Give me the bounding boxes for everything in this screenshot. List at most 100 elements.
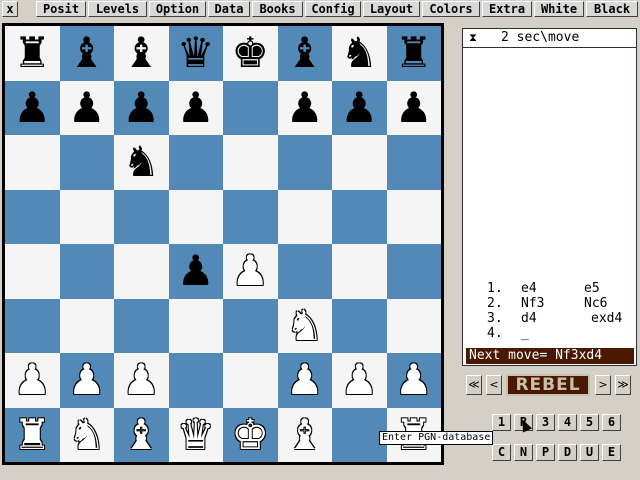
square-h7[interactable]: ♟ <box>386 80 441 135</box>
black-move[interactable]: e5 <box>584 281 600 296</box>
square-a7[interactable]: ♟ <box>5 80 60 135</box>
button-c[interactable]: C <box>492 444 511 461</box>
square-a8[interactable]: ♜ <box>5 26 60 81</box>
white-pawn-icon[interactable]: ♟ <box>395 359 433 401</box>
white-king-icon[interactable]: ♚ <box>231 413 269 456</box>
square-e6[interactable] <box>223 135 278 190</box>
square-f5[interactable] <box>277 189 332 244</box>
black-rook-icon[interactable]: ♜ <box>13 32 51 74</box>
black-pawn-icon[interactable]: ♟ <box>177 86 215 129</box>
square-b3[interactable] <box>59 298 114 353</box>
menu-white[interactable]: White <box>534 1 584 17</box>
button-6[interactable]: 6 <box>602 414 621 431</box>
square-g3[interactable] <box>332 298 387 353</box>
square-d7[interactable]: ♟ <box>168 80 223 135</box>
last-move-button[interactable]: ≫ <box>615 375 631 395</box>
square-h2[interactable]: ♟ <box>386 353 441 408</box>
menu-posit[interactable]: Posit <box>36 1 86 17</box>
button-p[interactable]: P <box>536 444 555 461</box>
white-pawn-icon[interactable]: ♟ <box>13 359 51 401</box>
square-e4[interactable]: ♟ <box>223 244 278 299</box>
square-d1[interactable]: ♛ <box>168 407 223 462</box>
menu-extra[interactable]: Extra <box>482 1 532 17</box>
square-g7[interactable]: ♟ <box>332 80 387 135</box>
square-d5[interactable] <box>168 189 223 244</box>
white-knight-icon[interactable]: ♞ <box>68 413 106 456</box>
square-g8[interactable]: ♞ <box>332 26 387 81</box>
button-5[interactable]: 5 <box>580 414 599 431</box>
square-c2[interactable]: ♟ <box>114 353 169 408</box>
menu-option[interactable]: Option <box>149 1 206 17</box>
square-g2[interactable]: ♟ <box>332 353 387 408</box>
square-h5[interactable] <box>386 189 441 244</box>
black-knight-icon[interactable]: ♞ <box>340 32 378 74</box>
square-a2[interactable]: ♟ <box>5 353 60 408</box>
square-b7[interactable]: ♟ <box>59 80 114 135</box>
square-b1[interactable]: ♞ <box>59 407 114 462</box>
menu-black[interactable]: Black <box>586 1 638 17</box>
square-h3[interactable] <box>386 298 441 353</box>
square-d2[interactable] <box>168 353 223 408</box>
square-a6[interactable] <box>5 135 60 190</box>
menu-levels[interactable]: Levels <box>88 1 147 17</box>
black-pawn-icon[interactable]: ♟ <box>122 86 160 129</box>
square-f4[interactable] <box>277 244 332 299</box>
square-d8[interactable]: ♛ <box>168 26 223 81</box>
square-g6[interactable] <box>332 135 387 190</box>
white-pawn-icon[interactable]: ♟ <box>122 359 160 401</box>
white-pawn-icon[interactable]: ♟ <box>68 359 106 401</box>
first-move-button[interactable]: ≪ <box>466 375 482 395</box>
black-move[interactable]: exd4 <box>591 311 622 326</box>
white-pawn-icon[interactable]: ♟ <box>286 359 324 401</box>
square-f2[interactable]: ♟ <box>277 353 332 408</box>
square-e3[interactable] <box>223 298 278 353</box>
square-f7[interactable]: ♟ <box>277 80 332 135</box>
square-a3[interactable] <box>5 298 60 353</box>
square-b4[interactable] <box>59 244 114 299</box>
black-king-icon[interactable]: ♚ <box>231 32 269 74</box>
square-c5[interactable] <box>114 189 169 244</box>
square-c3[interactable] <box>114 298 169 353</box>
square-b5[interactable] <box>59 189 114 244</box>
square-e7[interactable] <box>223 80 278 135</box>
menu-colors[interactable]: Colors <box>422 1 480 17</box>
white-move[interactable]: e4 <box>521 281 537 296</box>
square-h4[interactable] <box>386 244 441 299</box>
menu-layout[interactable]: Layout <box>363 1 420 17</box>
black-pawn-icon[interactable]: ♟ <box>177 250 215 292</box>
black-pawn-icon[interactable]: ♟ <box>340 86 378 129</box>
menu-books[interactable]: Books <box>252 1 303 17</box>
square-e2[interactable] <box>223 353 278 408</box>
square-g4[interactable] <box>332 244 387 299</box>
square-d6[interactable] <box>168 135 223 190</box>
square-c1[interactable]: ♝ <box>114 407 169 462</box>
black-bishop-icon[interactable]: ♝ <box>286 32 324 74</box>
square-h8[interactable]: ♜ <box>386 26 441 81</box>
black-pawn-icon[interactable]: ♟ <box>68 86 106 129</box>
button-3[interactable]: 3 <box>536 414 555 431</box>
square-f6[interactable] <box>277 135 332 190</box>
square-c4[interactable] <box>114 244 169 299</box>
square-f3[interactable]: ♞ <box>277 298 332 353</box>
black-move[interactable]: Nc6 <box>584 296 607 311</box>
button-1[interactable]: 1 <box>492 414 511 431</box>
square-f1[interactable]: ♝ <box>277 407 332 462</box>
close-button[interactable]: x <box>2 1 18 17</box>
button-d[interactable]: D <box>558 444 577 461</box>
black-bishop-icon[interactable]: ♝ <box>68 32 106 74</box>
white-move[interactable]: Nf3 <box>521 296 544 311</box>
square-a4[interactable] <box>5 244 60 299</box>
square-a1[interactable]: ♜ <box>5 407 60 462</box>
black-rook-icon[interactable]: ♜ <box>395 32 433 74</box>
black-knight-icon[interactable]: ♞ <box>122 141 160 183</box>
square-g5[interactable] <box>332 189 387 244</box>
black-queen-icon[interactable]: ♛ <box>177 32 215 74</box>
white-bishop-icon[interactable]: ♝ <box>286 413 324 456</box>
white-move[interactable]: d4 <box>521 311 537 326</box>
square-c6[interactable]: ♞ <box>114 135 169 190</box>
black-pawn-icon[interactable]: ♟ <box>286 86 324 129</box>
menu-config[interactable]: Config <box>305 1 361 17</box>
button-u[interactable]: U <box>580 444 599 461</box>
square-f8[interactable]: ♝ <box>277 26 332 81</box>
square-a5[interactable] <box>5 189 60 244</box>
